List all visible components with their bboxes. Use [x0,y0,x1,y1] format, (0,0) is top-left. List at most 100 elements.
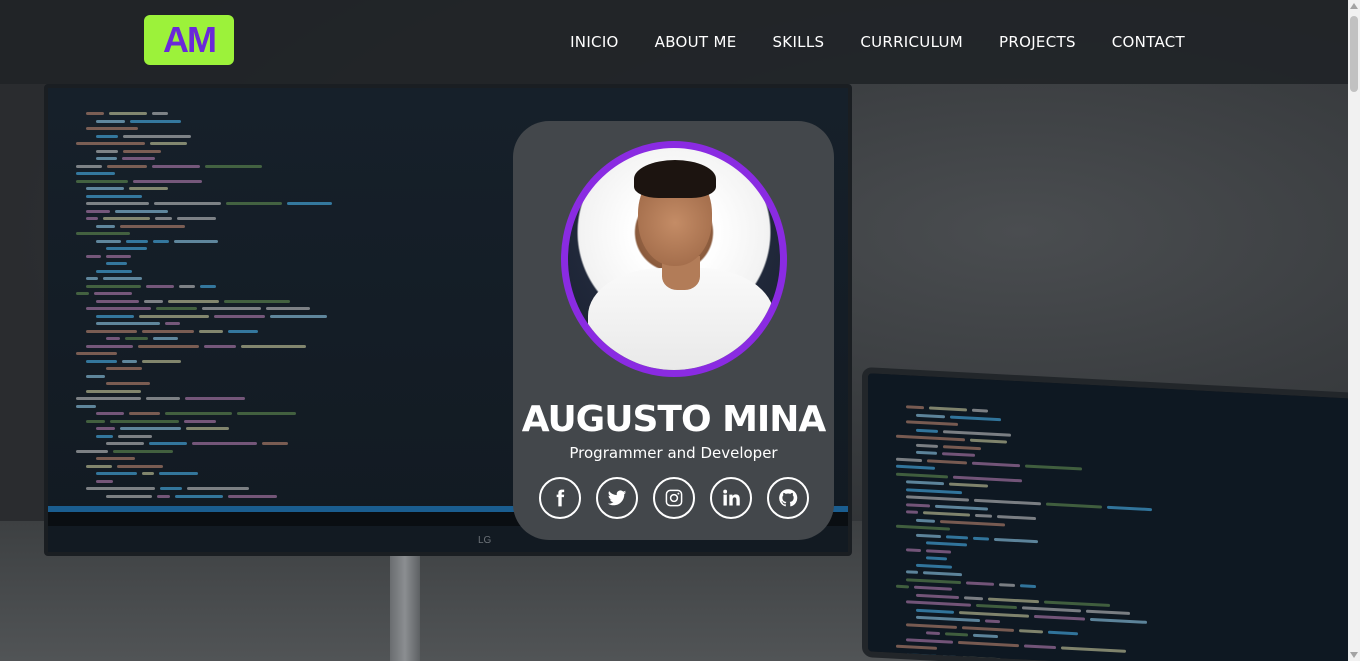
code-line [86,209,110,213]
code-line [906,570,918,574]
code-line [906,502,930,508]
code-line [106,247,147,250]
scroll-up-arrow-icon[interactable] [1350,3,1358,9]
code-line [168,299,219,303]
code-line [86,254,101,258]
nav-projects[interactable]: PROJECTS [999,33,1076,51]
facebook-icon [556,489,564,507]
code-line [914,585,952,591]
code-line [150,142,187,145]
linkedin-link[interactable] [709,477,752,519]
code-line [929,406,967,412]
profile-card: AUGUSTO MINA Programmer and Developer [513,121,834,540]
code-line [945,632,968,637]
code-line [927,458,967,464]
code-line [940,519,1005,526]
code-line [130,119,181,123]
code-line [96,224,115,228]
code-line [152,112,168,115]
code-line [76,352,117,355]
code-line [916,615,980,623]
code-line [123,149,161,153]
code-line [103,217,150,220]
nav-inicio[interactable]: INICIO [570,33,619,51]
code-line [906,495,969,502]
code-line [149,442,187,445]
code-line [179,284,195,288]
code-line [86,202,149,205]
code-line [926,556,947,561]
code-line [96,269,132,273]
code-line [1048,630,1078,635]
code-line [997,515,1036,521]
code-line [76,172,115,175]
code-line [86,194,142,198]
code-line [962,625,1014,632]
profile-role: Programmer and Developer [569,444,778,462]
code-line [126,239,148,243]
code-line [950,415,1001,421]
code-line [1022,606,1081,613]
code-line [165,322,180,325]
code-line [106,254,131,258]
nav-curriculum[interactable]: CURRICULUM [860,33,963,51]
code-line [76,179,128,183]
facebook-link[interactable] [538,477,581,519]
site-logo[interactable]: AM [144,15,234,65]
code-line [86,112,104,115]
code-line [926,548,951,554]
nav-about-me[interactable]: ABOUT ME [655,33,737,51]
code-line [199,329,223,333]
code-line [1044,599,1110,607]
code-line [916,428,938,433]
code-line [86,359,117,363]
code-line [916,608,954,614]
code-line [142,329,194,333]
code-line [96,119,125,123]
code-line [970,438,1007,444]
code-line [107,164,147,168]
code-line [123,134,191,138]
code-line [146,284,174,288]
code-line [76,292,89,295]
code-line [958,640,1019,647]
page-scrollbar[interactable] [1348,0,1360,661]
code-line [86,329,137,333]
code-line [115,209,168,213]
code-line [200,284,216,288]
scroll-down-arrow-icon[interactable] [1350,652,1358,658]
code-line [96,457,135,460]
code-line [224,299,290,303]
code-line [160,487,182,490]
code-line [192,442,257,445]
code-line [916,450,937,455]
code-line [906,480,944,486]
code-line [96,134,118,138]
code-line [129,412,160,415]
code-line [113,449,173,453]
code-line [109,112,147,115]
code-line [949,482,988,488]
code-line [1086,609,1130,615]
code-line [86,187,124,190]
code-line [76,397,141,400]
code-line [896,457,922,462]
twitter-link[interactable] [595,477,638,519]
code-line [96,299,139,303]
code-line [94,292,132,295]
code-line [935,504,988,511]
instagram-link[interactable] [652,477,695,519]
nav-contact[interactable]: CONTACT [1112,33,1185,51]
github-link[interactable] [766,477,809,519]
code-line [1019,628,1043,633]
code-line [86,307,151,310]
code-line [96,479,113,483]
code-line [144,299,163,303]
code-line [96,427,115,430]
nav-skills[interactable]: SKILLS [772,33,824,51]
code-line [96,412,124,415]
scroll-thumb[interactable] [1350,16,1358,92]
code-line [118,434,152,438]
avatar-hair [633,160,716,198]
code-line [96,322,160,325]
